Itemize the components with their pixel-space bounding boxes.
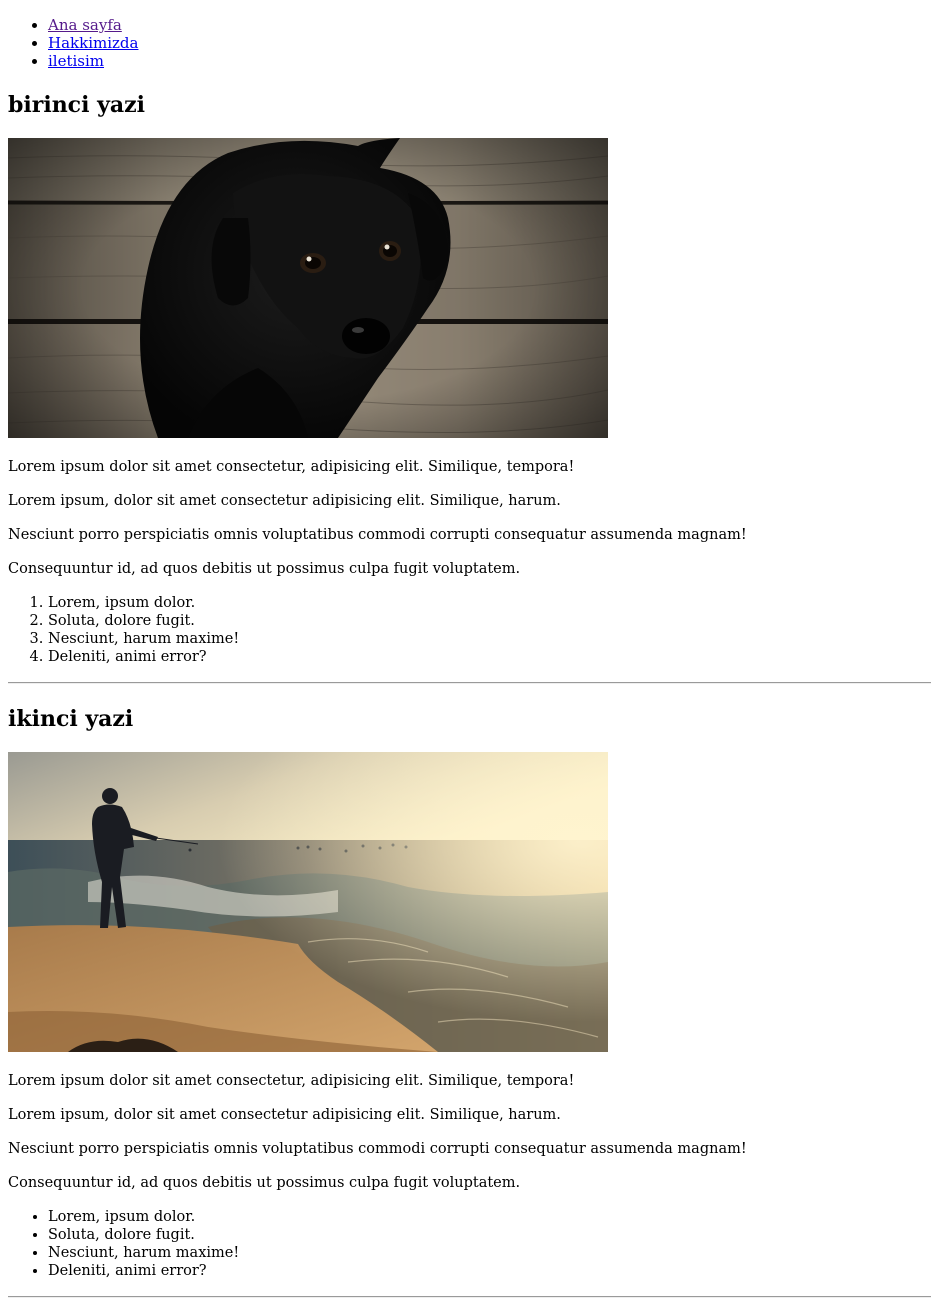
nav-link-contact[interactable]: iletisim bbox=[48, 52, 104, 70]
list-item: Nesciunt, harum maxime! bbox=[48, 630, 923, 648]
page: Ana sayfa Hakkimizda iletisim birinci ya… bbox=[0, 16, 931, 1298]
post-paragraph: Nesciunt porro perspiciatis omnis volupt… bbox=[8, 527, 747, 543]
list-item: Deleniti, animi error? bbox=[48, 1262, 923, 1280]
list-item: Soluta, dolore fugit. bbox=[48, 1226, 923, 1244]
post-1: birinci yazi Lorem ipsum dolor sit amet … bbox=[8, 92, 931, 684]
list-item: Soluta, dolore fugit. bbox=[48, 612, 923, 630]
nav-link-about[interactable]: Hakkimizda bbox=[48, 34, 138, 52]
post-paragraph: Consequuntur id, ad quos debitis ut poss… bbox=[8, 561, 521, 577]
beach-fisherman-photo bbox=[8, 752, 608, 1052]
post-paragraph: Lorem ipsum dolor sit amet consectetur, … bbox=[8, 1073, 575, 1089]
list-item: Nesciunt, harum maxime! bbox=[48, 1244, 923, 1262]
nav-link-home[interactable]: Ana sayfa bbox=[48, 16, 122, 34]
nav-menu: Ana sayfa Hakkimizda iletisim bbox=[8, 16, 923, 70]
post-title: birinci yazi bbox=[8, 92, 145, 118]
puppy-photo bbox=[8, 138, 608, 438]
post-paragraph: Lorem ipsum, dolor sit amet consectetur … bbox=[8, 1107, 561, 1123]
list-item: Lorem, ipsum dolor. bbox=[48, 594, 923, 612]
divider bbox=[8, 1296, 931, 1298]
post-title: ikinci yazi bbox=[8, 706, 134, 732]
post-paragraph: Lorem ipsum, dolor sit amet consectetur … bbox=[8, 493, 561, 509]
post-2: ikinci yazi Lorem ipsum dolor sit amet c… bbox=[8, 706, 931, 1298]
post-paragraph: Nesciunt porro perspiciatis omnis volupt… bbox=[8, 1141, 747, 1157]
list-item: Deleniti, animi error? bbox=[48, 648, 923, 666]
divider bbox=[8, 682, 931, 684]
nav-item-home: Ana sayfa bbox=[48, 16, 923, 34]
nav-item-about: Hakkimizda bbox=[48, 34, 923, 52]
nav-item-contact: iletisim bbox=[48, 52, 923, 70]
unordered-list: Lorem, ipsum dolor. Soluta, dolore fugit… bbox=[8, 1208, 923, 1280]
list-item: Lorem, ipsum dolor. bbox=[48, 1208, 923, 1226]
post-paragraph: Consequuntur id, ad quos debitis ut poss… bbox=[8, 1175, 521, 1191]
ordered-list: Lorem, ipsum dolor. Soluta, dolore fugit… bbox=[8, 594, 923, 666]
post-paragraph: Lorem ipsum dolor sit amet consectetur, … bbox=[8, 459, 575, 475]
